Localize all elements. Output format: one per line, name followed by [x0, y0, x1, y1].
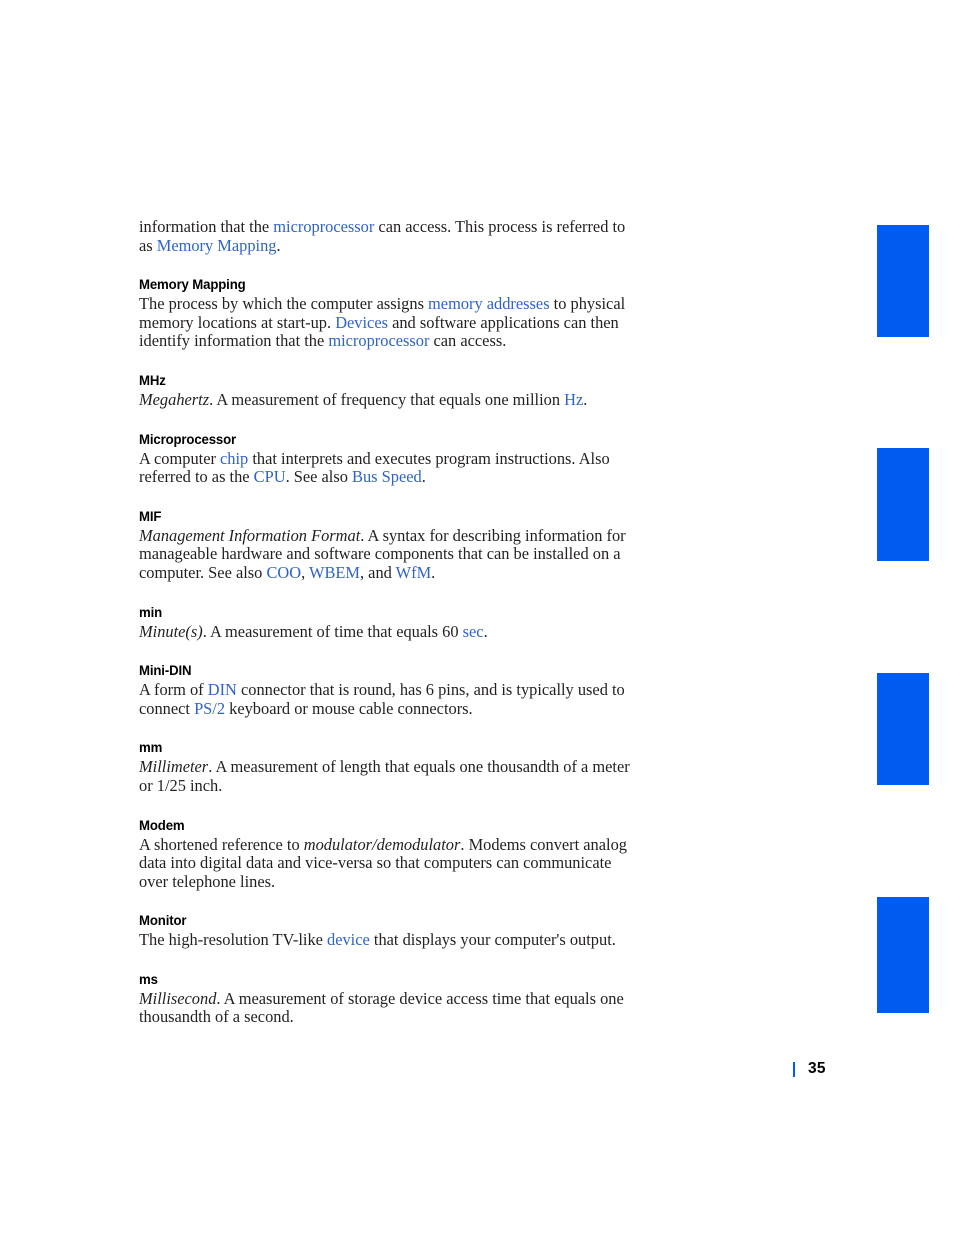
- continued-text-3: .: [276, 235, 281, 255]
- link-microprocessor[interactable]: microprocessor: [273, 217, 374, 236]
- term-mm: mm: [139, 740, 163, 757]
- def-text-3: keyboard or mouse cable connectors.: [225, 698, 473, 718]
- page-number: 35: [808, 1060, 826, 1077]
- link-bus-speed[interactable]: Bus Speed: [352, 467, 422, 486]
- term-modem: Modem: [139, 817, 185, 834]
- term-mif: MIF: [139, 508, 162, 525]
- glossary-entry-mini-din: Mini-DIN A form of DIN connector that is…: [139, 663, 631, 718]
- def-italic-modulator-demodulator: modulator/demodulator: [303, 834, 461, 854]
- def-italic-minutes: Minute(s): [139, 621, 203, 641]
- def-text-2: .: [583, 389, 588, 409]
- def-text-3: . See also: [285, 467, 353, 487]
- link-wfm[interactable]: WfM: [396, 563, 432, 582]
- def-text-3: , and: [359, 562, 396, 582]
- glossary-entry-ms: ms Millisecond. A measurement of storage…: [139, 972, 631, 1027]
- glossary-entry-mif: MIF Management Information Format. A syn…: [139, 509, 631, 583]
- index-tab-3[interactable]: [877, 673, 929, 785]
- def-text-1: A form of: [139, 680, 208, 700]
- def-text-2: .: [483, 621, 488, 641]
- term-memory-mapping: Memory Mapping: [139, 277, 246, 294]
- glossary-entry-memory-mapping: Memory Mapping The process by which the …: [139, 277, 631, 351]
- link-device[interactable]: device: [327, 930, 370, 949]
- glossary-entry-modem: Modem A shortened reference to modulator…: [139, 818, 631, 892]
- definition-modem: A shortened reference to modulator/demod…: [139, 834, 631, 892]
- definition-mif: Management Information Format. A syntax …: [139, 525, 631, 583]
- link-coo[interactable]: COO: [266, 563, 301, 582]
- def-text-1: . A measurement of frequency that equals…: [209, 389, 565, 409]
- link-chip[interactable]: chip: [220, 449, 248, 468]
- glossary-entry-min: min Minute(s). A measurement of time tha…: [139, 605, 631, 642]
- page-footer: 35: [793, 1058, 826, 1080]
- glossary-page: information that the microprocessor can …: [0, 0, 954, 1235]
- def-text-2: that displays your computer's output.: [369, 930, 616, 950]
- continued-text-1: information that the: [139, 217, 274, 236]
- link-devices[interactable]: Devices: [335, 313, 388, 332]
- link-hz[interactable]: Hz: [564, 390, 583, 409]
- link-memory-mapping[interactable]: Memory Mapping: [157, 236, 277, 255]
- def-text-1: A computer: [139, 448, 221, 468]
- def-text-1: . A measurement of length that equals on…: [139, 757, 630, 795]
- def-italic-management-information-format: Management Information Format: [139, 525, 361, 545]
- definition-ms: Millisecond. A measurement of storage de…: [139, 988, 631, 1027]
- folio-separator-rule: [793, 1061, 795, 1077]
- link-ps2[interactable]: PS/2: [194, 699, 225, 718]
- continued-paragraph: information that the microprocessor can …: [139, 217, 631, 255]
- term-mhz: MHz: [139, 372, 166, 389]
- glossary-entry-mm: mm Millimeter. A measurement of length t…: [139, 740, 631, 795]
- glossary-entry-microprocessor: Microprocessor A computer chip that inte…: [139, 432, 631, 487]
- glossary-entry-monitor: Monitor The high-resolution TV-like devi…: [139, 913, 631, 950]
- definition-min: Minute(s). A measurement of time that eq…: [139, 621, 631, 642]
- link-memory-addresses[interactable]: memory addresses: [428, 294, 550, 313]
- def-text-1: The process by which the computer assign…: [139, 294, 429, 314]
- def-text-4: .: [421, 467, 426, 487]
- link-din[interactable]: DIN: [208, 680, 237, 699]
- link-microprocessor[interactable]: microprocessor: [328, 331, 429, 351]
- glossary-entry-mhz: MHz Megahertz. A measurement of frequenc…: [139, 373, 631, 410]
- definition-monitor: The high-resolution TV-like device that …: [139, 930, 631, 950]
- term-min: min: [139, 604, 163, 621]
- definition-memory-mapping: The process by which the computer assign…: [139, 294, 631, 351]
- def-italic-millimeter: Millimeter: [139, 757, 209, 777]
- link-wbem[interactable]: WBEM: [309, 563, 360, 582]
- term-monitor: Monitor: [139, 913, 187, 930]
- link-cpu[interactable]: CPU: [254, 467, 286, 486]
- def-text-1: . A measurement of time that equals 60: [202, 621, 463, 641]
- def-text-4: can access.: [429, 331, 507, 351]
- definition-mini-din: A form of DIN connector that is round, h…: [139, 680, 631, 718]
- term-ms: ms: [139, 971, 158, 988]
- def-italic-millisecond: Millisecond: [139, 988, 217, 1008]
- index-tab-1[interactable]: [877, 225, 929, 337]
- def-text-4: .: [431, 562, 436, 582]
- term-microprocessor: Microprocessor: [139, 431, 237, 448]
- definition-microprocessor: A computer chip that interprets and exec…: [139, 448, 631, 487]
- def-italic-megahertz: Megahertz: [139, 389, 210, 409]
- glossary-text-column: information that the microprocessor can …: [139, 217, 631, 1027]
- definition-mm: Millimeter. A measurement of length that…: [139, 758, 631, 795]
- term-mini-din: Mini-DIN: [139, 663, 192, 680]
- link-sec[interactable]: sec: [463, 622, 484, 641]
- def-text-2: ,: [301, 562, 309, 582]
- index-tab-4[interactable]: [877, 897, 929, 1013]
- def-text-1: The high-resolution TV-like: [139, 930, 328, 950]
- definition-mhz: Megahertz. A measurement of frequency th…: [139, 389, 631, 410]
- index-tab-2[interactable]: [877, 448, 929, 561]
- def-text-1: A shortened reference to: [139, 834, 304, 854]
- index-tab-strip: [877, 0, 929, 1235]
